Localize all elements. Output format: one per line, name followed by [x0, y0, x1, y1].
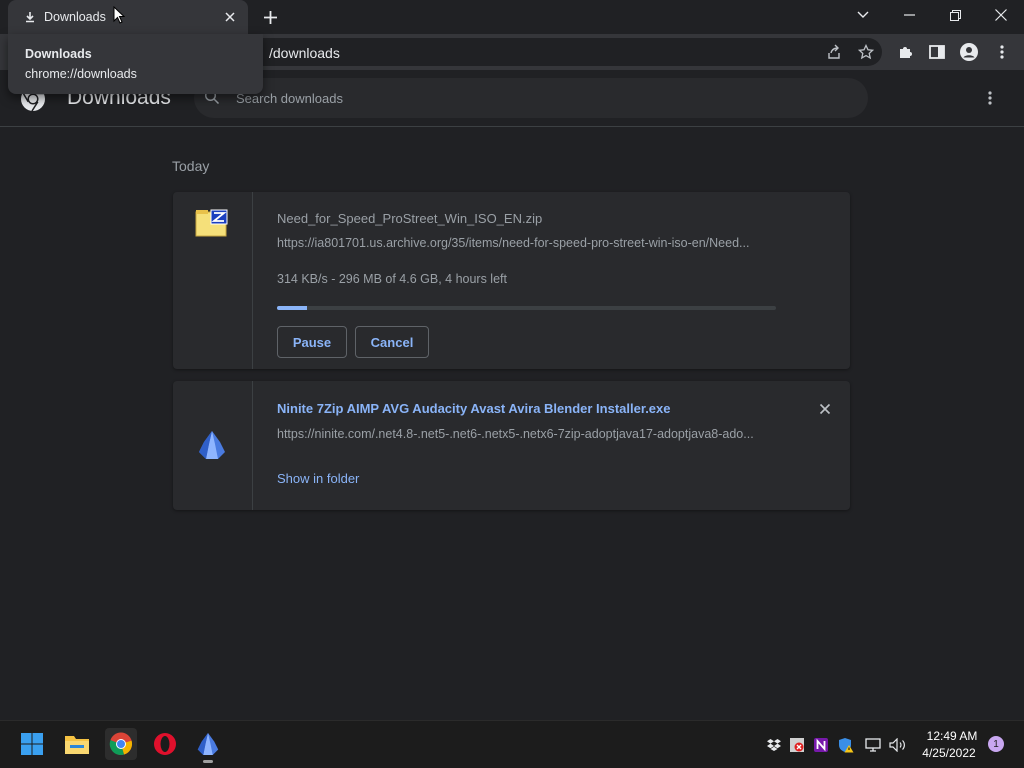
minimize-button[interactable]: [886, 0, 932, 30]
cancel-button[interactable]: Cancel: [355, 326, 429, 358]
zip-file-icon: [195, 208, 229, 243]
onenote-icon[interactable]: [812, 736, 830, 754]
download-file-name[interactable]: Need_for_Speed_ProStreet_Win_ISO_EN.zip: [277, 211, 542, 226]
download-progress-bar: [277, 306, 776, 310]
opera-icon[interactable]: [149, 728, 181, 760]
browser-menu-icon[interactable]: [991, 41, 1013, 63]
ninite-icon[interactable]: [192, 728, 224, 760]
downloads-menu-icon[interactable]: [980, 88, 1000, 108]
card-divider: [252, 381, 253, 510]
search-input[interactable]: [226, 88, 826, 108]
share-icon[interactable]: [823, 41, 845, 63]
pause-button[interactable]: Pause: [277, 326, 347, 358]
tooltip-url: chrome://downloads: [25, 67, 137, 81]
running-indicator: [203, 760, 213, 763]
restore-button[interactable]: [932, 0, 978, 30]
tooltip-title: Downloads: [25, 47, 92, 61]
tab-close-icon[interactable]: [222, 9, 238, 25]
download-file-name[interactable]: Ninite 7Zip AIMP AVG Audacity Avast Avir…: [277, 401, 671, 416]
mouse-cursor-icon: [113, 5, 126, 29]
date-section-label: Today: [172, 158, 210, 174]
tab-hover-tooltip: Downloads chrome://downloads: [8, 34, 263, 94]
profile-avatar-icon[interactable]: [958, 41, 980, 63]
download-status: 314 KB/s - 296 MB of 4.6 GB, 4 hours lef…: [277, 272, 507, 286]
tab-title: Downloads: [44, 10, 106, 24]
ninite-icon: [198, 430, 226, 465]
tray-app-icon[interactable]: [788, 736, 806, 754]
security-warning-icon[interactable]: [837, 736, 855, 754]
tab-search-icon[interactable]: [840, 0, 886, 30]
remove-from-list-icon[interactable]: [819, 402, 831, 420]
dropbox-icon[interactable]: [765, 736, 783, 754]
card-divider: [252, 192, 253, 369]
tab-downloads[interactable]: Downloads: [8, 0, 248, 34]
download-item: Ninite 7Zip AIMP AVG Audacity Avast Avir…: [173, 381, 850, 510]
network-icon[interactable]: [864, 736, 882, 754]
volume-icon[interactable]: [889, 736, 907, 754]
clock-time[interactable]: 12:49 AM: [922, 729, 982, 743]
close-window-button[interactable]: [978, 0, 1024, 30]
download-progress-fill: [277, 306, 307, 310]
address-bar-url: /downloads: [269, 45, 340, 61]
download-icon: [22, 9, 38, 25]
extensions-icon[interactable]: [895, 41, 917, 63]
clock-date[interactable]: 4/25/2022: [917, 746, 981, 760]
windows-start-icon[interactable]: [16, 728, 48, 760]
file-explorer-icon[interactable]: [61, 728, 93, 760]
download-url[interactable]: https://ninite.com/.net4.8-.net5-.net6-.…: [277, 427, 777, 441]
download-item: Need_for_Speed_ProStreet_Win_ISO_EN.zip …: [173, 192, 850, 369]
show-in-folder-link[interactable]: Show in folder: [277, 471, 359, 486]
chrome-icon[interactable]: [105, 728, 137, 760]
notification-badge[interactable]: 1: [988, 736, 1004, 752]
download-url[interactable]: https://ia801701.us.archive.org/35/items…: [277, 236, 777, 250]
side-panel-icon[interactable]: [926, 41, 948, 63]
bookmark-star-icon[interactable]: [855, 41, 877, 63]
new-tab-button[interactable]: [258, 6, 282, 28]
